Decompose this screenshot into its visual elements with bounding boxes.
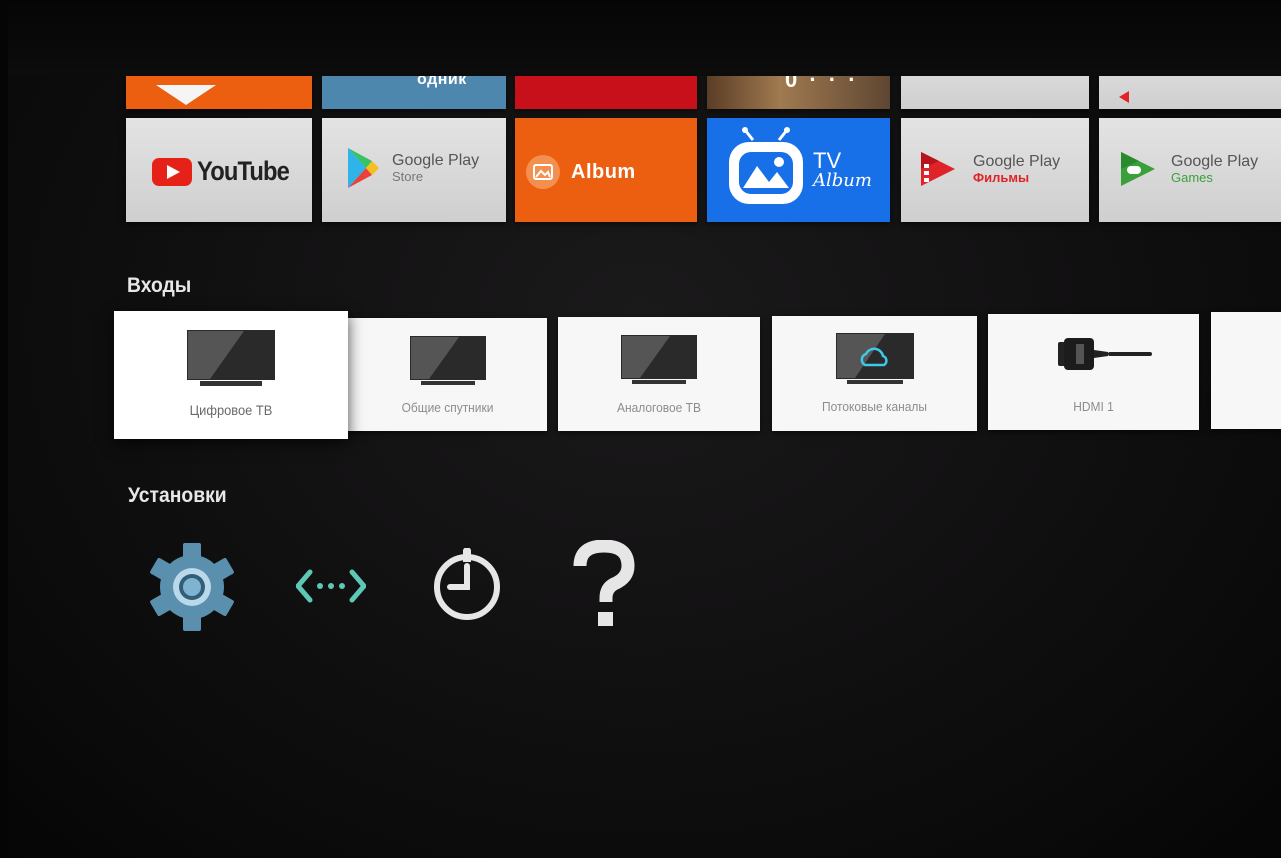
cloud-tv-icon bbox=[835, 333, 914, 384]
app-tile-tv-album[interactable]: TV Album bbox=[707, 118, 890, 222]
tv-album-icon bbox=[729, 127, 803, 204]
timer-icon[interactable] bbox=[430, 548, 504, 622]
tv-bezel-top bbox=[0, 0, 1281, 76]
hdmi-icon bbox=[1058, 338, 1152, 370]
tv-icon bbox=[621, 335, 697, 384]
app-sublabel: Фильмы bbox=[973, 169, 1030, 185]
app-label: Google Play bbox=[392, 152, 480, 170]
input-label: HDMI 1 bbox=[1073, 399, 1114, 414]
app-tile-google-play-store[interactable]: Google Play Store bbox=[322, 118, 506, 222]
app-label: TV bbox=[813, 148, 842, 173]
google-play-games-icon bbox=[1121, 152, 1155, 186]
google-play-store-icon bbox=[348, 148, 379, 188]
app-label: Album bbox=[571, 160, 636, 183]
section-title-settings: Установки bbox=[128, 484, 227, 507]
input-card-digital-tv[interactable]: Цифровое ТВ bbox=[114, 311, 348, 439]
google-play-movies-icon bbox=[921, 152, 955, 186]
tv-bezel-left bbox=[0, 0, 8, 858]
help-icon[interactable] bbox=[572, 540, 636, 630]
input-label: Цифровое ТВ bbox=[189, 402, 273, 418]
tv-icon bbox=[187, 330, 275, 386]
app-label: Google Play bbox=[973, 153, 1061, 171]
input-card-partial[interactable] bbox=[1211, 312, 1281, 429]
gear-icon[interactable] bbox=[144, 542, 240, 632]
youtube-logo: YouTube bbox=[152, 156, 301, 187]
section-title-inputs: Входы bbox=[127, 274, 192, 297]
input-label: Общие спутники bbox=[401, 400, 494, 415]
app-label: Google Play bbox=[1171, 153, 1259, 171]
app-tile-youtube[interactable]: YouTube bbox=[126, 118, 312, 222]
input-card-satellite[interactable]: Общие спутники bbox=[348, 318, 547, 431]
app-sublabel: Games bbox=[1171, 169, 1213, 185]
tv-home-screen: одник 0 · · · YouTube Google Play Store … bbox=[0, 0, 1281, 858]
app-sublabel: Album bbox=[813, 170, 872, 191]
input-label: Аналоговое ТВ bbox=[617, 400, 701, 415]
network-icon[interactable] bbox=[296, 566, 366, 606]
app-tile-album[interactable]: Album bbox=[515, 118, 697, 222]
app-tile-google-play-games[interactable]: Google Play Games bbox=[1099, 118, 1281, 222]
app-tile-google-play-movies[interactable]: Google Play Фильмы bbox=[901, 118, 1089, 222]
app-sublabel: Store bbox=[392, 168, 424, 184]
input-card-hdmi1[interactable]: HDMI 1 bbox=[988, 314, 1199, 430]
app-label: YouTube bbox=[197, 156, 290, 186]
youtube-play-icon bbox=[152, 157, 192, 186]
input-card-analog-tv[interactable]: Аналоговое ТВ bbox=[558, 317, 760, 431]
album-icon bbox=[526, 155, 560, 189]
input-label: Потоковые каналы bbox=[822, 399, 927, 414]
input-card-streaming[interactable]: Потоковые каналы bbox=[772, 316, 977, 431]
tv-icon bbox=[409, 336, 486, 385]
